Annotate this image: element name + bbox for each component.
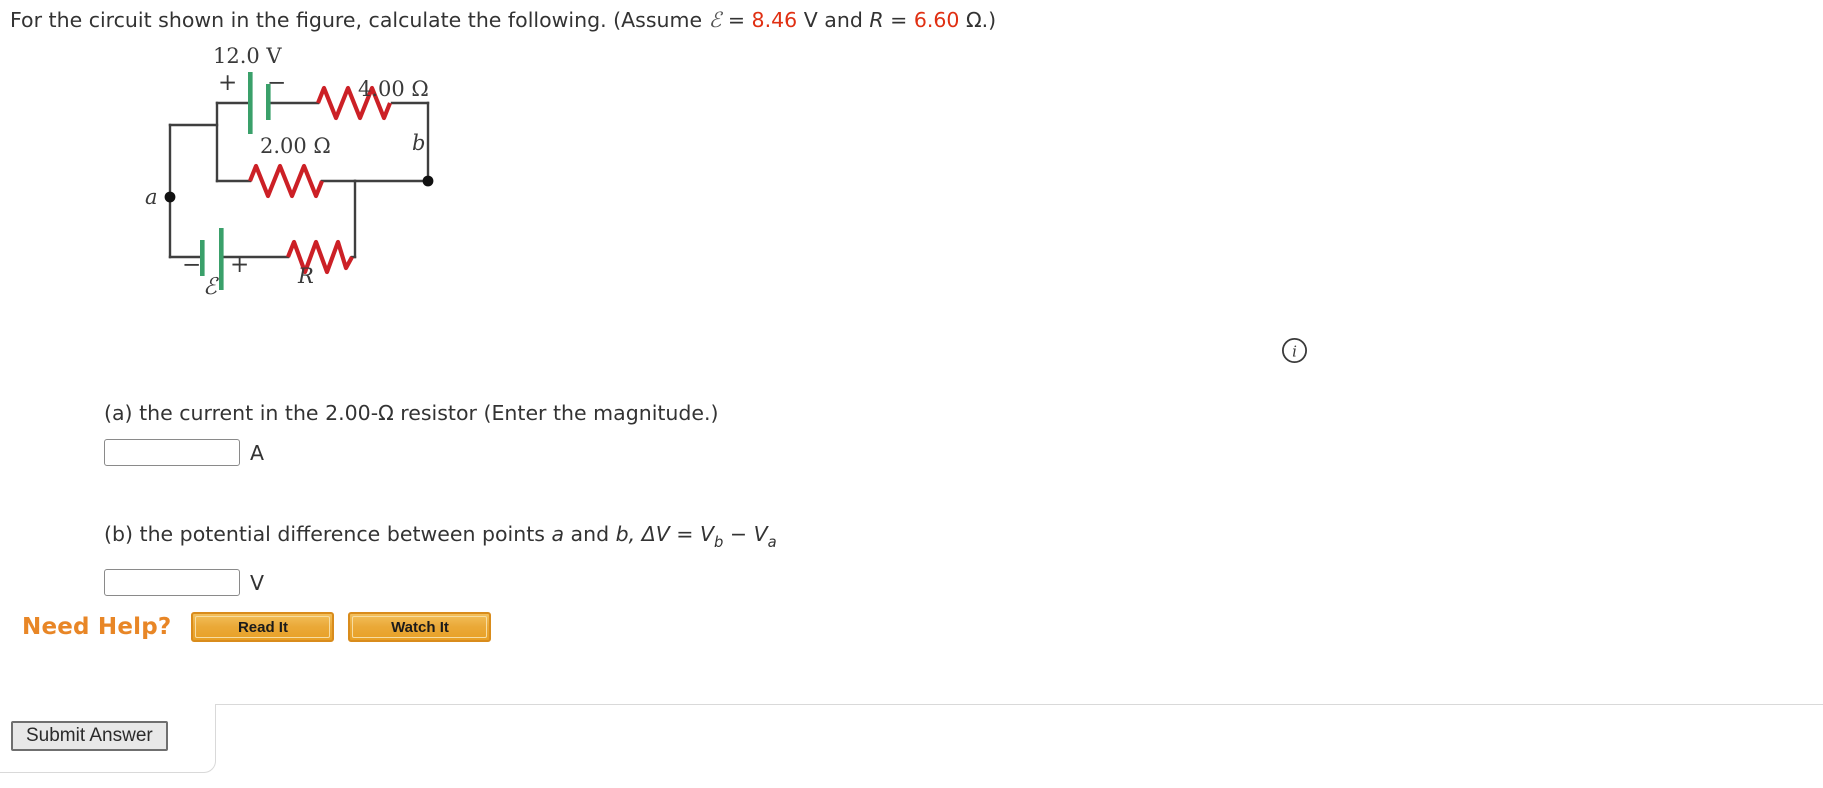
emf-symbol: ℰ [708,8,722,32]
node-a-dot [164,191,176,203]
circuit-svg [164,72,434,290]
resistance-unit-text: Ω.) [959,8,997,32]
resistance-value: 6.60 [913,8,960,32]
battery-12v-long-plate [248,72,253,134]
resistance-symbol: R [869,8,884,32]
prompt-text-before: For the circuit shown in the figure, cal… [10,8,709,32]
need-help-section: Need Help? Read It Watch It [22,612,505,642]
info-icon[interactable]: i [1281,337,1308,364]
question-b-label: (b) the potential difference between poi… [104,521,777,556]
resistor-2ohm-symbol [248,163,324,199]
question-b-minus: − V [723,522,768,546]
label-top-battery-minus: − [267,70,287,96]
question-b-sub-a: a [767,534,777,552]
read-it-button[interactable]: Read It [191,612,335,642]
question-b-sub-b: b [713,534,724,552]
question-b-answer-row: V [104,569,777,597]
label-12v: 12.0 V [213,44,282,68]
question-b-and: and [564,522,616,546]
label-top-battery-plus: + [218,70,238,96]
question-a: (a) the current in the 2.00-Ω resistor (… [104,400,719,466]
label-bottom-battery-minus: − [182,252,202,278]
answer-input-b[interactable] [104,569,240,597]
label-bottom-battery-plus: + [230,252,250,278]
label-node-b: b [412,131,426,155]
question-b: (b) the potential difference between poi… [104,521,777,597]
question-prompt: For the circuit shown in the figure, cal… [10,6,996,34]
read-it-button-inner: Read It [195,616,331,638]
prompt-equals-1: = [721,8,752,32]
emf-unit-text: V and [797,8,870,32]
question-a-answer-row: A [104,439,719,466]
read-it-label: Read It [237,618,288,636]
watch-it-button-inner: Watch It [352,616,488,638]
circuit-figure: 12.0 V + − 4.00 Ω 2.00 Ω b a − + ℰ R [140,42,500,322]
answer-unit-a: A [250,440,265,465]
battery-emf-long-plate [219,228,224,290]
question-b-point-a: a [551,522,565,546]
node-b-dot [422,175,434,187]
question-a-label: (a) the current in the 2.00-Ω resistor (… [104,401,719,425]
question-b-part1: (b) the potential difference between poi… [104,522,552,546]
question-b-part2: , ΔV = V [628,522,714,546]
submit-answer-button[interactable]: Submit Answer [11,721,168,751]
answer-input-a[interactable] [104,439,240,466]
emf-value: 8.46 [751,8,798,32]
label-emf-symbol: ℰ [203,274,217,300]
question-b-point-b: b [615,522,629,546]
watch-it-button[interactable]: Watch It [348,612,492,642]
label-resistor-4ohm: 4.00 Ω [358,77,429,101]
need-help-label: Need Help? [22,614,172,640]
label-resistor-2ohm: 2.00 Ω [260,134,331,158]
prompt-equals-2: = [883,8,914,32]
info-icon-svg: i [1281,337,1308,364]
label-resistor-R: R [298,264,314,288]
submit-section-divider [0,704,1823,705]
info-icon-glyph: i [1292,343,1297,361]
watch-it-label: Watch It [391,618,449,636]
answer-unit-b: V [250,570,265,595]
label-node-a: a [145,185,158,209]
